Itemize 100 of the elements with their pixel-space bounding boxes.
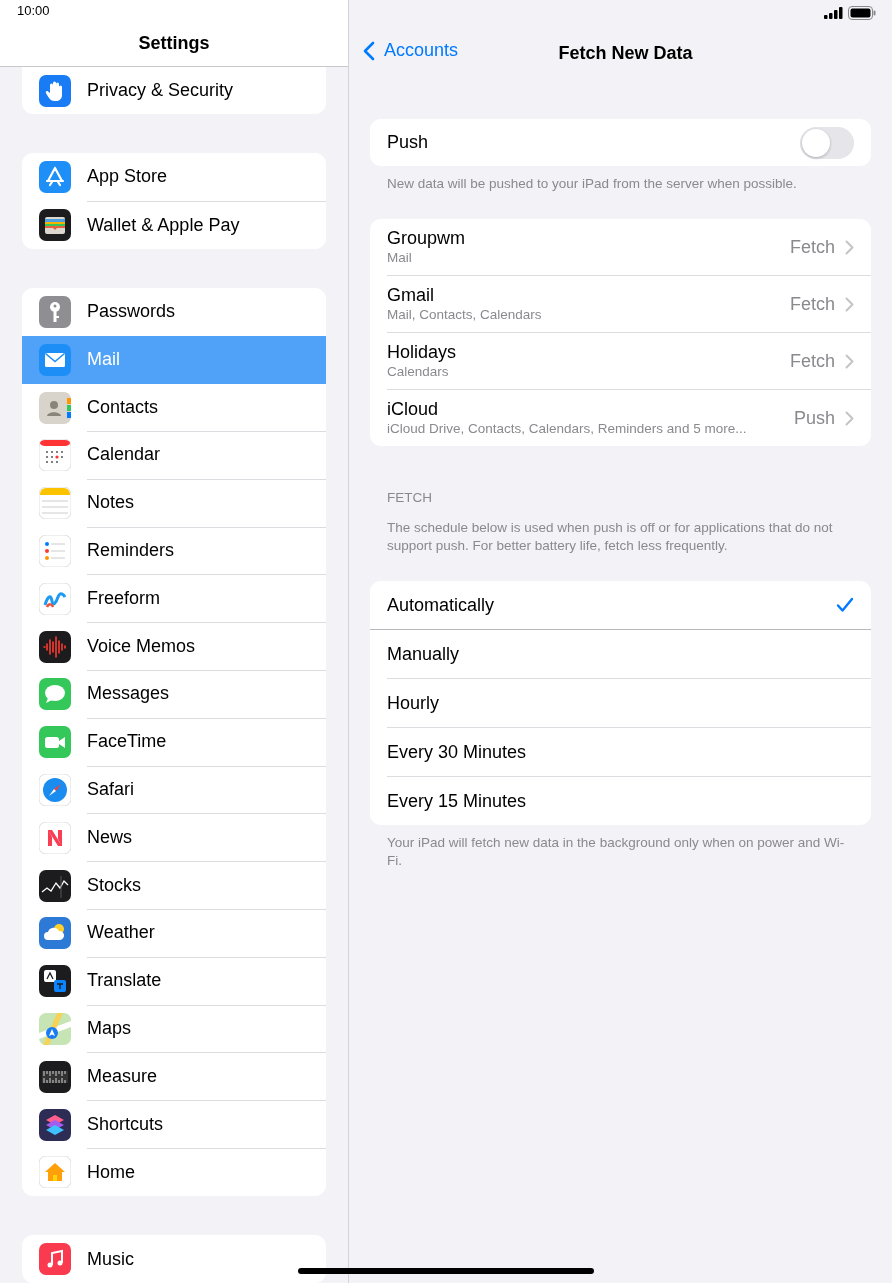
item-label: Calendar bbox=[87, 444, 161, 466]
chevron-right-icon bbox=[845, 410, 854, 426]
item-label: Shortcuts bbox=[87, 1113, 164, 1135]
back-button[interactable]: Accounts bbox=[363, 40, 459, 61]
sidebar-item[interactable]: Stocks bbox=[22, 861, 326, 910]
account-mode: Fetch bbox=[789, 350, 835, 372]
sidebar-item[interactable]: FaceTime bbox=[22, 718, 326, 767]
item-label: Mail bbox=[87, 349, 120, 371]
envelope-icon bbox=[39, 343, 71, 376]
sidebar-item[interactable]: Music bbox=[22, 1235, 326, 1283]
ruler-icon bbox=[39, 1060, 71, 1093]
translate-icon bbox=[39, 965, 71, 998]
chevron-left-icon bbox=[363, 40, 375, 61]
item-label: FaceTime bbox=[87, 731, 167, 753]
waveform-icon bbox=[39, 630, 71, 663]
item-label: Stocks bbox=[87, 874, 142, 896]
option-label: Every 15 Minutes bbox=[387, 790, 527, 812]
item-label: Freeform bbox=[87, 587, 160, 609]
house-icon bbox=[39, 1156, 71, 1189]
chart-icon bbox=[39, 869, 71, 902]
sidebar-item[interactable]: Contacts bbox=[22, 383, 326, 432]
account-mode: Push bbox=[793, 407, 835, 429]
sidebar-item[interactable]: Calendar bbox=[22, 431, 326, 480]
sidebar-item[interactable]: App Store bbox=[22, 153, 326, 202]
item-label: Translate bbox=[87, 970, 162, 992]
item-label: Messages bbox=[87, 683, 170, 705]
account-services: Mail, Contacts, Calendars bbox=[387, 306, 543, 324]
sidebar-item[interactable]: Freeform bbox=[22, 574, 326, 623]
bubble-icon bbox=[39, 678, 71, 711]
item-label: Music bbox=[87, 1248, 134, 1270]
sidebar-item[interactable]: Maps bbox=[22, 1005, 326, 1053]
page-title: Fetch New Data bbox=[558, 42, 693, 64]
sidebar-item[interactable]: Passwords bbox=[22, 288, 326, 336]
chevron-right-icon bbox=[845, 353, 854, 369]
item-label: News bbox=[87, 826, 132, 848]
item-label: Passwords bbox=[87, 301, 176, 323]
battery-icon bbox=[848, 6, 876, 20]
wallet-icon bbox=[39, 209, 71, 242]
account-name: Holidays bbox=[387, 341, 458, 363]
note-icon bbox=[39, 1243, 71, 1276]
push-toggle[interactable] bbox=[800, 126, 854, 159]
sidebar-item[interactable]: Privacy & Security bbox=[22, 66, 326, 115]
sidebar-item[interactable]: Safari bbox=[22, 766, 326, 814]
map-icon bbox=[39, 1012, 71, 1045]
item-label: Wallet & Apple Pay bbox=[87, 214, 240, 236]
key-icon bbox=[39, 295, 71, 328]
signal-icon bbox=[824, 7, 844, 19]
item-label: Voice Memos bbox=[87, 635, 196, 657]
option-label: Every 30 Minutes bbox=[387, 741, 527, 763]
appstore-icon bbox=[39, 161, 71, 194]
account-row[interactable]: Gmail Mail, Contacts, Calendars Fetch bbox=[370, 276, 871, 333]
account-row[interactable]: iCloud iCloud Drive, Contacts, Calendars, Reminders and 5 more... Push bbox=[370, 390, 871, 446]
option-label: Automatically bbox=[387, 594, 495, 616]
schedule-footer: Your iPad will fetch new data in the background only when on power and Wi-Fi. bbox=[387, 834, 854, 870]
status-time: 10:00 bbox=[17, 3, 50, 19]
item-label: Weather bbox=[87, 922, 155, 944]
person-icon bbox=[39, 391, 71, 424]
option-label: Manually bbox=[387, 643, 460, 665]
compass-icon bbox=[39, 773, 71, 806]
notes-icon bbox=[39, 487, 71, 520]
calendar-icon bbox=[39, 439, 71, 472]
sidebar-item[interactable]: Home bbox=[22, 1148, 326, 1197]
schedule-option[interactable]: Every 30 Minutes bbox=[387, 728, 871, 777]
sidebar-item[interactable]: Voice Memos bbox=[22, 622, 326, 671]
push-label: Push bbox=[387, 132, 429, 153]
account-mode: Fetch bbox=[789, 236, 835, 258]
schedule-option[interactable]: Manually bbox=[387, 630, 871, 679]
news-icon bbox=[39, 821, 71, 854]
account-mode: Fetch bbox=[789, 293, 835, 315]
item-label: Safari bbox=[87, 778, 135, 800]
schedule-option[interactable]: Automatically bbox=[370, 581, 871, 630]
section-description: The schedule below is used when push is off or for applications that do not support push. For better battery life, fetch less frequently. bbox=[387, 519, 834, 555]
hand-icon bbox=[39, 74, 71, 107]
item-label: Measure bbox=[87, 1065, 158, 1087]
sidebar-title: Settings bbox=[138, 32, 210, 54]
account-services: iCloud Drive, Contacts, Calendars, Reminders and 5 more... bbox=[387, 420, 748, 438]
account-services: Calendars bbox=[387, 363, 450, 381]
item-label: Reminders bbox=[87, 539, 175, 561]
account-services: Mail bbox=[387, 249, 413, 267]
option-label: Hourly bbox=[387, 692, 439, 714]
sidebar-item[interactable]: Wallet & Apple Pay bbox=[22, 201, 326, 250]
schedule-option[interactable]: Hourly bbox=[387, 679, 871, 728]
item-label: App Store bbox=[87, 166, 168, 188]
sidebar-item[interactable]: News bbox=[22, 813, 326, 862]
sidebar-item[interactable]: Measure bbox=[22, 1052, 326, 1101]
account-name: Groupwm bbox=[387, 227, 467, 249]
account-row[interactable]: Holidays Calendars Fetch bbox=[370, 333, 871, 390]
section-header: FETCH bbox=[387, 490, 433, 505]
account-row[interactable]: Groupwm Mail Fetch bbox=[370, 219, 871, 276]
sidebar-item[interactable]: Shortcuts bbox=[22, 1100, 326, 1149]
sidebar-item[interactable]: Translate bbox=[22, 957, 326, 1005]
sidebar-item[interactable]: Reminders bbox=[22, 527, 326, 575]
item-label: Privacy & Security bbox=[87, 80, 234, 102]
sidebar-item[interactable]: Notes bbox=[22, 479, 326, 528]
account-name: iCloud bbox=[387, 398, 440, 420]
item-label: Contacts bbox=[87, 396, 159, 418]
sidebar-item[interactable]: Messages bbox=[22, 670, 326, 719]
sidebar-item[interactable]: Weather bbox=[22, 909, 326, 958]
schedule-option[interactable]: Every 15 Minutes bbox=[387, 777, 871, 825]
chevron-right-icon bbox=[845, 239, 854, 255]
